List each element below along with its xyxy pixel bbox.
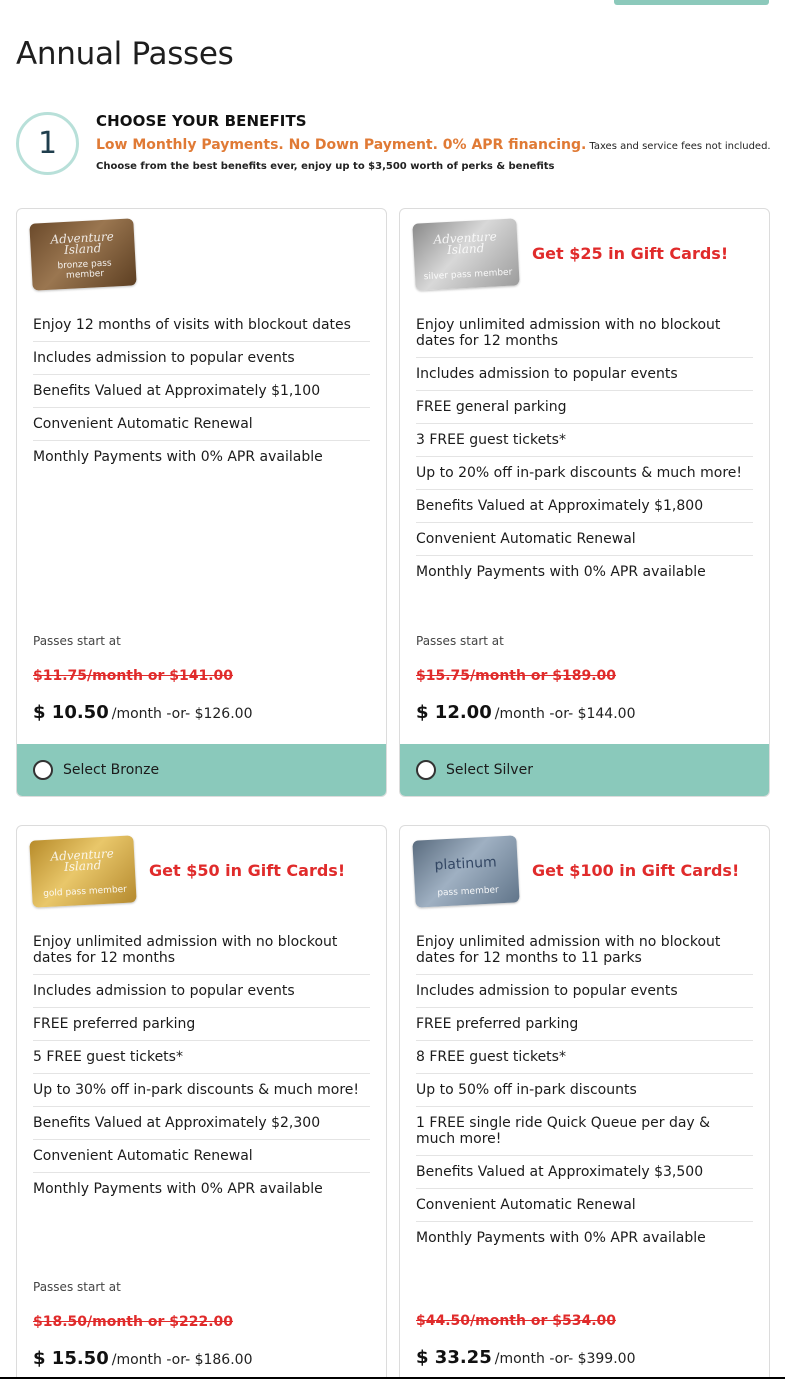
gift-card-promo: Get $25 in Gift Cards! [532, 244, 729, 263]
benefit-item: Up to 20% off in-park discounts & much m… [416, 457, 753, 490]
step-heading: CHOOSE YOUR BENEFITS [96, 112, 307, 130]
benefit-item: Convenient Automatic Renewal [33, 408, 370, 441]
benefit-item: Convenient Automatic Renewal [33, 1140, 370, 1173]
benefit-item: 1 FREE single ride Quick Queue per day &… [416, 1107, 753, 1156]
tax-note: Taxes and service fees not included. [589, 141, 771, 152]
current-price: $ 12.00/month -or- $144.00 [416, 702, 753, 723]
price-monthly: $ 15.50 [33, 1348, 109, 1369]
select-silver-label: Select Silver [446, 762, 533, 778]
benefit-item: Monthly Payments with 0% APR available [33, 1181, 323, 1197]
price-monthly: $ 10.50 [33, 702, 109, 723]
silver-pass-logo: Adventure Island silver pass member [412, 218, 520, 291]
benefit-item: Includes admission to popular events [33, 975, 370, 1008]
step-subtitle: Choose from the best benefits ever, enjo… [96, 161, 555, 172]
step-promo-line: Low Monthly Payments. No Down Payment. 0… [96, 136, 771, 155]
pass-card-bronze: Adventure Island bronze pass member Enjo… [16, 208, 387, 797]
financing-promo: Low Monthly Payments. No Down Payment. 0… [96, 137, 587, 153]
price-block: Passes start at $18.50/month or $222.00 … [33, 1280, 370, 1369]
benefit-item: Benefits Valued at Approximately $1,100 [33, 375, 370, 408]
benefit-item: FREE preferred parking [416, 1008, 753, 1041]
benefit-item: Enjoy unlimited admission with no blocko… [416, 308, 753, 358]
old-price: $18.50/month or $222.00 [33, 1314, 234, 1330]
old-price: $11.75/month or $141.00 [33, 668, 234, 684]
benefit-item: 5 FREE guest tickets* [33, 1041, 370, 1074]
benefit-item: 8 FREE guest tickets* [416, 1041, 753, 1074]
step-choose-benefits: 1 CHOOSE YOUR BENEFITS Low Monthly Payme… [16, 112, 771, 182]
benefit-item: Convenient Automatic Renewal [416, 523, 753, 556]
price-block: Passes start at $11.75/month or $141.00 … [33, 634, 370, 723]
starts-label: Passes start at [33, 1280, 121, 1294]
price-monthly: $ 33.25 [416, 1347, 492, 1368]
benefit-item: FREE preferred parking [33, 1008, 370, 1041]
page-title: Annual Passes [16, 36, 234, 72]
benefit-list: Enjoy unlimited admission with no blocko… [33, 925, 370, 1205]
old-price: $44.50/month or $534.00 [416, 1313, 617, 1329]
price-monthly: $ 12.00 [416, 702, 492, 723]
benefit-item: Includes admission to popular events [33, 342, 370, 375]
platinum-pass-logo: platinum pass member [412, 835, 520, 908]
radio-bronze[interactable] [33, 760, 53, 780]
step-text: CHOOSE YOUR BENEFITS Low Monthly Payment… [96, 112, 771, 172]
benefit-item: Benefits Valued at Approximately $1,800 [416, 490, 753, 523]
current-price: $ 10.50/month -or- $126.00 [33, 702, 370, 723]
benefit-item: Enjoy unlimited admission with no blocko… [416, 925, 753, 975]
benefit-list: Enjoy unlimited admission with no blocko… [416, 925, 753, 1254]
benefit-item: Benefits Valued at Approximately $2,300 [33, 1107, 370, 1140]
benefit-item: Includes admission to popular events [416, 975, 753, 1008]
benefit-item: Up to 30% off in-park discounts & much m… [33, 1074, 370, 1107]
price-block: Passes start at $15.75/month or $189.00 … [416, 634, 753, 723]
benefit-list: Enjoy 12 months of visits with blockout … [33, 308, 370, 473]
step-number-badge: 1 [16, 112, 79, 175]
gift-card-promo: Get $50 in Gift Cards! [149, 861, 346, 880]
current-price: $ 15.50/month -or- $186.00 [33, 1348, 370, 1369]
price-annual: /month -or- $126.00 [111, 706, 253, 722]
select-silver-button[interactable]: Select Silver [400, 744, 769, 796]
pass-card-silver: Adventure Island silver pass member Get … [399, 208, 770, 797]
starts-label: Passes start at [33, 634, 121, 648]
benefit-item: Includes admission to popular events [416, 358, 753, 391]
gold-pass-logo: Adventure Island gold pass member [29, 835, 137, 908]
select-bronze-button[interactable]: Select Bronze [17, 744, 386, 796]
old-price: $15.75/month or $189.00 [416, 668, 617, 684]
price-annual: /month -or- $399.00 [494, 1351, 636, 1367]
current-price: $ 33.25/month -or- $399.00 [416, 1347, 753, 1368]
benefit-item: Enjoy 12 months of visits with blockout … [33, 308, 370, 342]
pass-card-platinum: platinum pass member Get $100 in Gift Ca… [399, 825, 770, 1379]
bronze-pass-logo: Adventure Island bronze pass member [29, 218, 137, 291]
benefit-item: FREE general parking [416, 391, 753, 424]
benefit-list: Enjoy unlimited admission with no blocko… [416, 308, 753, 588]
radio-silver[interactable] [416, 760, 436, 780]
benefit-item: Enjoy unlimited admission with no blocko… [33, 925, 370, 975]
gift-card-promo: Get $100 in Gift Cards! [532, 861, 740, 880]
pass-card-gold: Adventure Island gold pass member Get $5… [16, 825, 387, 1379]
top-action-button-edge[interactable] [614, 0, 769, 5]
price-annual: /month -or- $144.00 [494, 706, 636, 722]
benefit-item: Monthly Payments with 0% APR available [416, 564, 706, 580]
benefit-item: Benefits Valued at Approximately $3,500 [416, 1156, 753, 1189]
benefit-item: Monthly Payments with 0% APR available [33, 449, 323, 465]
benefit-item: Up to 50% off in-park discounts [416, 1074, 753, 1107]
select-bronze-label: Select Bronze [63, 762, 160, 778]
price-block: $44.50/month or $534.00 $ 33.25/month -o… [416, 1313, 753, 1368]
benefit-item: Convenient Automatic Renewal [416, 1189, 753, 1222]
starts-label: Passes start at [416, 634, 504, 648]
price-annual: /month -or- $186.00 [111, 1352, 253, 1368]
benefit-item: Monthly Payments with 0% APR available [416, 1230, 706, 1246]
benefit-item: 3 FREE guest tickets* [416, 424, 753, 457]
